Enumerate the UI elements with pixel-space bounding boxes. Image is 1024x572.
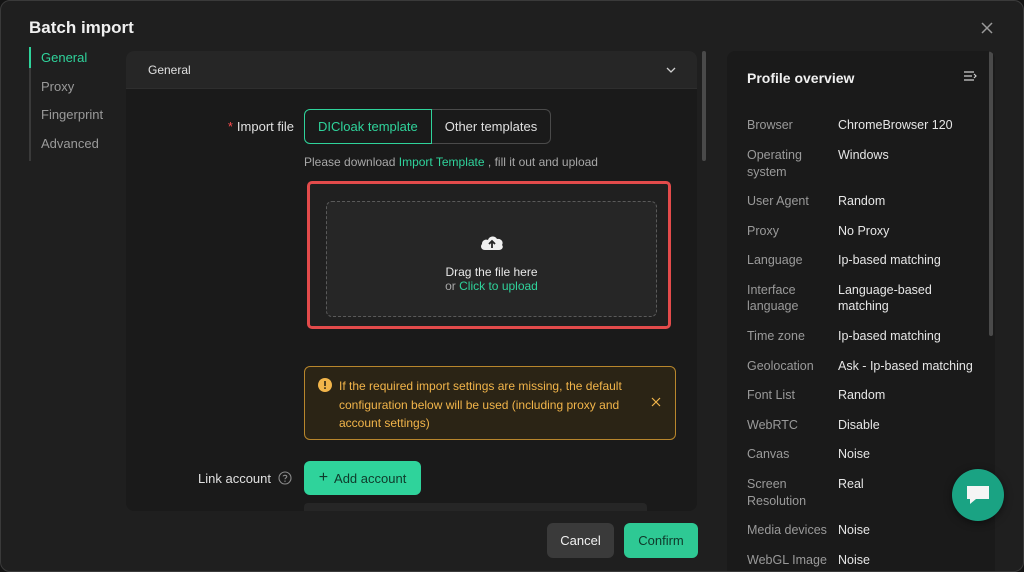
section-title: General bbox=[148, 62, 191, 77]
main-scrollbar[interactable] bbox=[702, 51, 706, 161]
overview-value: Disable bbox=[838, 417, 880, 432]
import-file-label: * Import file bbox=[126, 119, 294, 134]
overview-row: Canvas Noise bbox=[747, 446, 987, 476]
warning-icon bbox=[318, 378, 332, 392]
overview-value: Ip-based matching bbox=[838, 329, 941, 343]
account-list-placeholder bbox=[304, 503, 647, 511]
general-section: General * Import file DICloak template Ot… bbox=[126, 51, 697, 511]
overview-key: Proxy bbox=[747, 223, 779, 238]
settings-nav: General Proxy Fingerprint Advanced bbox=[29, 47, 119, 161]
overview-key: Language bbox=[747, 253, 803, 267]
confirm-button[interactable]: Confirm bbox=[624, 523, 698, 558]
overview-value: Random bbox=[838, 388, 886, 402]
overview-key: Media devices bbox=[747, 523, 827, 537]
section-header[interactable]: General bbox=[126, 51, 697, 89]
overview-value: Noise bbox=[838, 552, 870, 567]
add-account-button[interactable]: + Add account bbox=[304, 461, 421, 495]
overview-value: Language-based matching bbox=[838, 282, 932, 314]
drag-file-text: Drag the file here bbox=[445, 265, 538, 279]
overview-rows: Browser ChromeBrowser 120 Operating syste… bbox=[747, 117, 987, 572]
overview-row: Browser ChromeBrowser 120 bbox=[747, 117, 987, 147]
download-hint: Please download Import Template , fill i… bbox=[304, 155, 598, 169]
chevron-down-icon bbox=[666, 67, 676, 73]
chat-support-button[interactable] bbox=[952, 469, 1004, 521]
or-text: or bbox=[445, 279, 460, 293]
plus-icon: + bbox=[318, 469, 329, 486]
hint-prefix: Please download bbox=[304, 155, 399, 169]
cloud-upload-icon bbox=[481, 236, 503, 250]
overview-row: Geolocation Ask - Ip-based matching bbox=[747, 358, 987, 388]
overview-scrollbar[interactable] bbox=[989, 51, 993, 336]
overview-key: Interface language bbox=[747, 282, 799, 314]
click-to-upload-link[interactable]: Click to upload bbox=[459, 279, 538, 293]
overview-row: WebGL Image Noise bbox=[747, 552, 987, 572]
overview-row: WebRTC Disable bbox=[747, 417, 987, 447]
warning-alert: If the required import settings are miss… bbox=[304, 366, 676, 440]
click-upload-text: or Click to upload bbox=[327, 279, 656, 293]
file-dropzone[interactable]: Drag the file here or Click to upload bbox=[326, 201, 657, 317]
overview-key: Screen Resolution bbox=[747, 477, 807, 508]
overview-row: Operating system Windows bbox=[747, 147, 987, 193]
template-selector: DICloak template Other templates bbox=[304, 109, 552, 144]
overview-value: Ask - Ip-based matching bbox=[838, 358, 973, 373]
import-template-link[interactable]: Import Template bbox=[399, 155, 485, 169]
import-file-label-text: Import file bbox=[236, 119, 294, 134]
overview-value: Noise bbox=[838, 447, 870, 461]
link-account-label: Link account bbox=[198, 471, 271, 486]
overview-value: No Proxy bbox=[838, 223, 890, 238]
overview-key: WebRTC bbox=[747, 417, 798, 432]
overview-row: Font List Random bbox=[747, 387, 987, 417]
overview-key: User Agent bbox=[747, 194, 809, 208]
overview-key: Font List bbox=[747, 388, 795, 402]
overview-row: Interface language Language-based matchin… bbox=[747, 282, 987, 329]
overview-key: WebGL Image bbox=[747, 552, 827, 567]
close-icon[interactable] bbox=[976, 17, 998, 39]
close-icon[interactable] bbox=[651, 397, 661, 407]
overview-value: ChromeBrowser 120 bbox=[838, 118, 953, 132]
overview-value: Ip-based matching bbox=[838, 253, 941, 267]
cancel-button[interactable]: Cancel bbox=[547, 523, 614, 558]
dicloak-template-button[interactable]: DICloak template bbox=[304, 109, 432, 144]
collapse-menu-icon[interactable] bbox=[963, 69, 977, 83]
overview-row: Proxy No Proxy bbox=[747, 223, 987, 253]
overview-key: Geolocation bbox=[747, 358, 814, 373]
profile-overview-title: Profile overview bbox=[747, 70, 855, 86]
add-account-label: Add account bbox=[334, 470, 407, 486]
overview-value: Random bbox=[838, 194, 886, 208]
batch-import-dialog: Batch import General Proxy Fingerprint A… bbox=[0, 0, 1024, 572]
overview-value: Noise bbox=[838, 523, 870, 537]
nav-item-proxy[interactable]: Proxy bbox=[31, 76, 119, 105]
overview-row: Language Ip-based matching bbox=[747, 252, 987, 282]
dialog-title: Batch import bbox=[29, 18, 134, 37]
other-templates-button[interactable]: Other templates bbox=[431, 109, 552, 144]
required-mark: * bbox=[227, 119, 233, 134]
nav-item-fingerprint[interactable]: Fingerprint bbox=[31, 104, 119, 133]
overview-key: Operating system bbox=[747, 148, 802, 179]
hint-suffix: , fill it out and upload bbox=[484, 155, 598, 169]
upload-highlight-box: Drag the file here or Click to upload bbox=[307, 181, 671, 329]
overview-value: Windows bbox=[838, 148, 889, 162]
overview-row: Media devices Noise bbox=[747, 522, 987, 552]
overview-key: Canvas bbox=[747, 447, 790, 461]
warning-text: If the required import settings are miss… bbox=[339, 379, 622, 430]
nav-item-advanced[interactable]: Advanced bbox=[31, 133, 119, 162]
nav-item-general[interactable]: General bbox=[29, 47, 119, 76]
overview-row: Time zone Ip-based matching bbox=[747, 328, 987, 358]
overview-row: User Agent Random bbox=[747, 193, 987, 223]
overview-key: Browser bbox=[747, 118, 793, 132]
overview-row: Screen Resolution Real bbox=[747, 476, 987, 522]
overview-key: Time zone bbox=[747, 329, 805, 343]
chat-bubble-icon bbox=[967, 486, 989, 504]
help-icon[interactable] bbox=[278, 471, 292, 485]
